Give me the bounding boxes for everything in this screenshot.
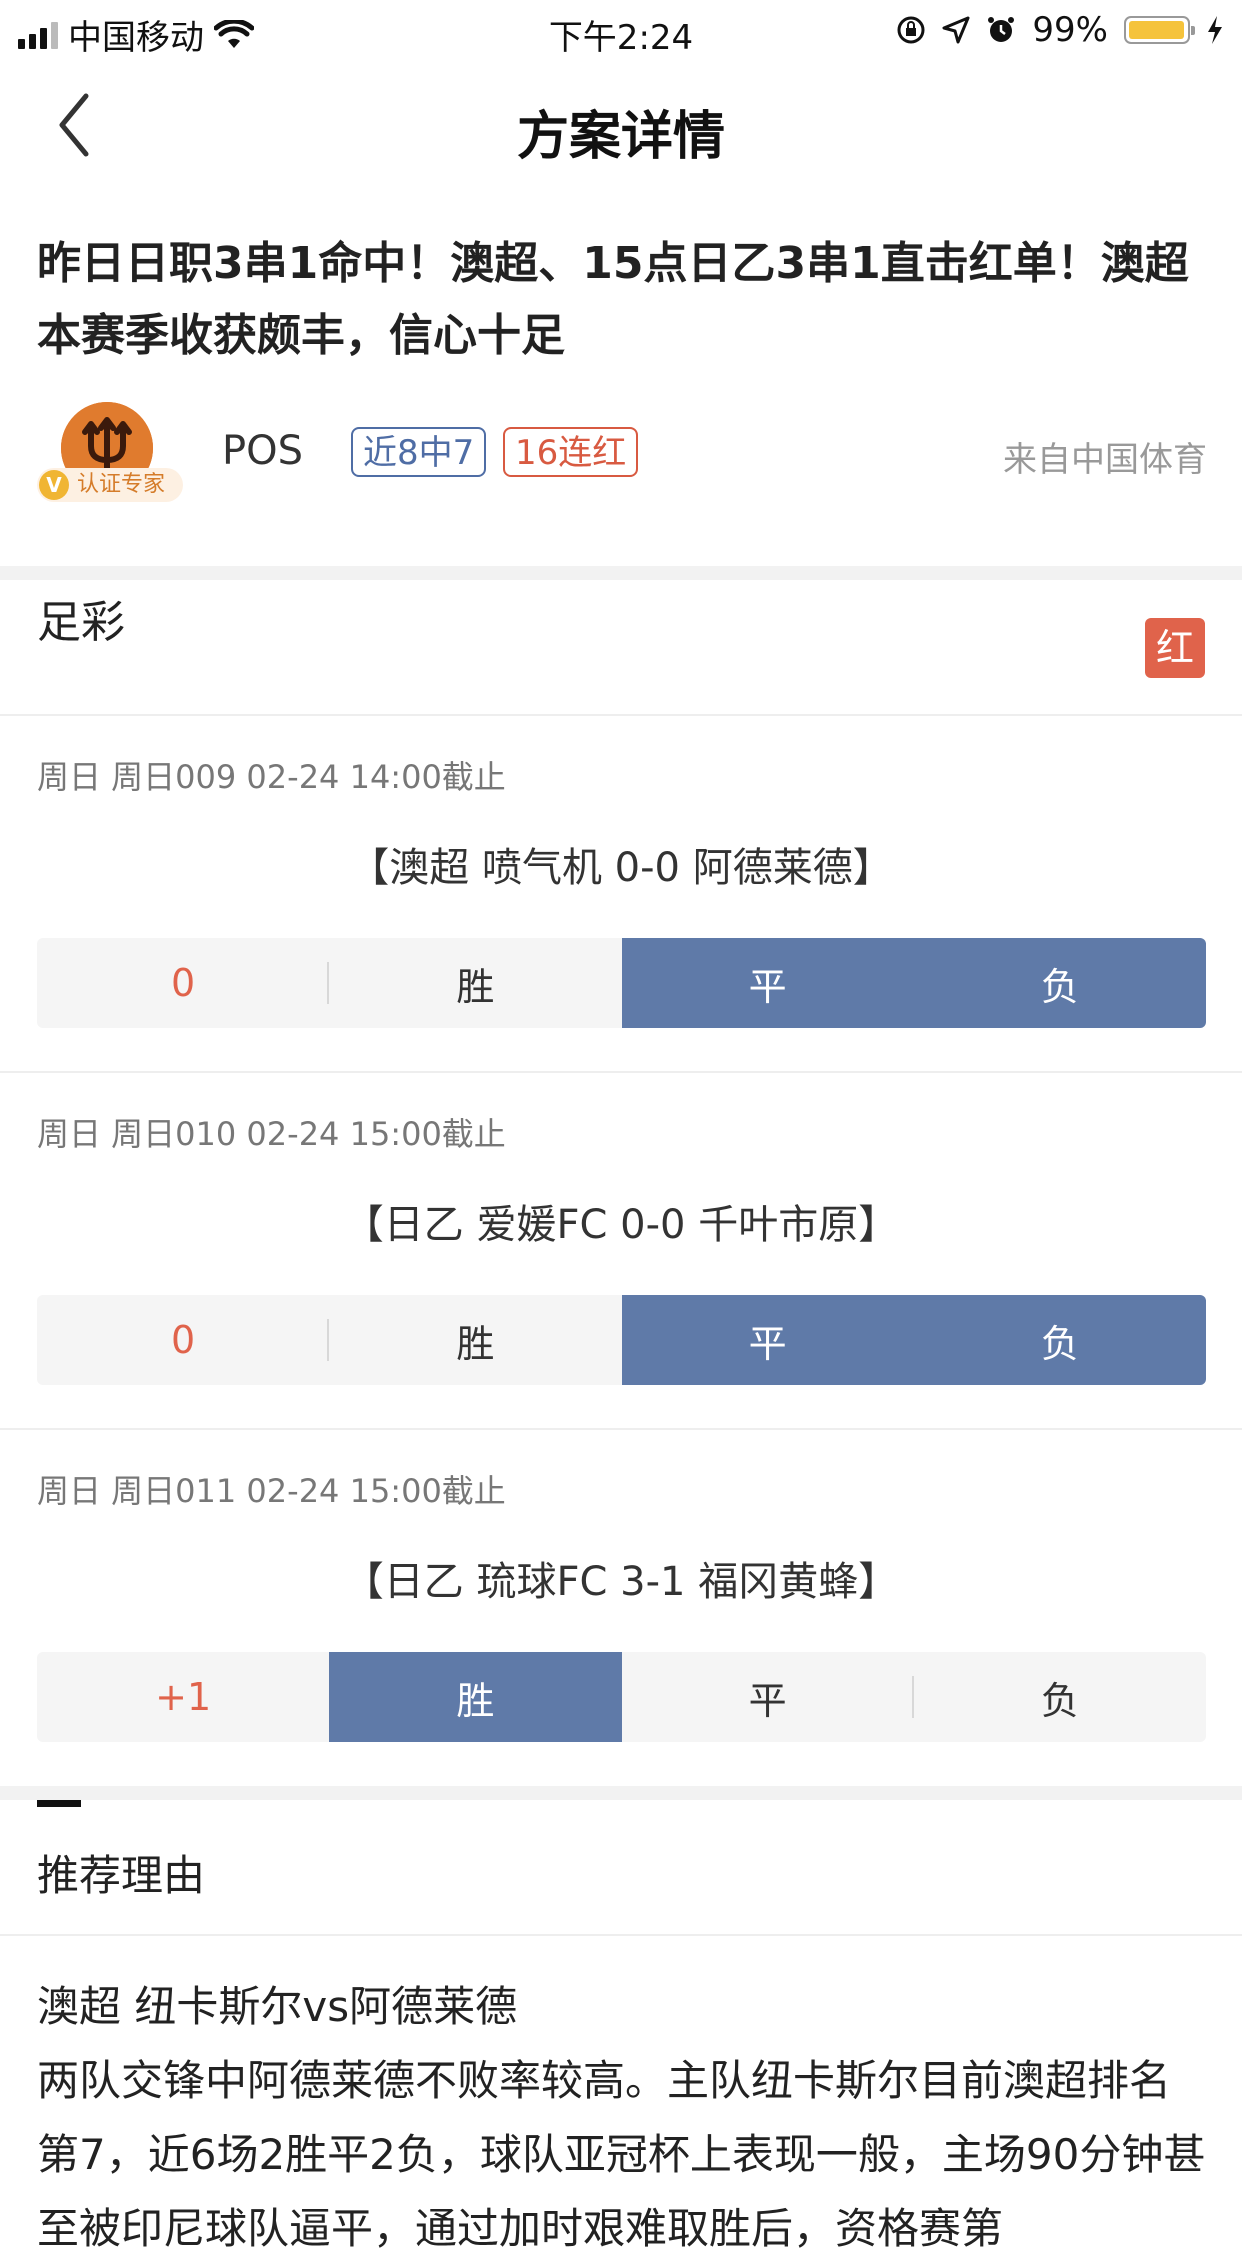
option-draw[interactable]: 平 [621, 1295, 914, 1385]
option-loss[interactable]: 负 [913, 938, 1206, 1028]
nav-bar: 方案详情 [0, 60, 1242, 190]
divider [0, 1428, 1242, 1430]
battery-percent: 99% [1032, 10, 1108, 50]
author-name[interactable]: POS [222, 428, 303, 474]
author-row: V 认证专家 POS 近8中7 16连红 来自中国体育 [37, 400, 1207, 510]
match-title: 【澳超 喷气机 0-0 阿德莱德】 [349, 845, 893, 891]
charging-icon [1208, 16, 1222, 44]
option-loss[interactable]: 负 [913, 1295, 1206, 1385]
section-divider [0, 1786, 1242, 1800]
odds-row: 0 胜 平 负 [37, 1295, 1206, 1385]
match-title: 【日乙 琉球FC 3-1 福冈黄蜂】 [343, 1559, 899, 1605]
verified-icon: V [39, 470, 69, 500]
orientation-lock-icon [897, 16, 925, 44]
match-title: 【日乙 爱媛FC 0-0 千叶市原】 [343, 1202, 899, 1248]
handicap-value: +1 [155, 1675, 212, 1719]
reason-title: 推荐理由 [37, 1851, 206, 1900]
handicap-value: 0 [37, 938, 330, 1028]
reason-text: 澳超 纽卡斯尔vs阿德莱德 两队交锋中阿德莱德不败率较高。主队纽卡斯尔目前澳超排… [37, 1970, 1206, 2266]
odds-row: 0 胜 平 负 [37, 938, 1206, 1028]
battery-fill [1129, 21, 1185, 39]
handicap-value: 0 [37, 1295, 330, 1385]
option-win[interactable]: 胜 [329, 938, 621, 1028]
win-streak-tag: 16连红 [503, 427, 639, 477]
status-right: 99% [896, 10, 1224, 50]
plan-headline: 昨日日职3串1命中！澳超、15点日乙3串1直击红单！澳超本赛季收获颇丰，信心十足 [37, 238, 1189, 361]
option-win[interactable]: 胜 [329, 1295, 621, 1385]
divider [0, 1071, 1242, 1073]
reason-match-line: 澳超 纽卡斯尔vs阿德莱德 [37, 1982, 518, 2031]
source-label: 来自中国体育 [1003, 440, 1207, 480]
option-draw[interactable]: 平 [622, 1652, 914, 1742]
match-meta: 周日 周日011 02-24 15:00截止 [37, 1472, 506, 1510]
verified-expert-badge: V 认证专家 [37, 468, 184, 502]
lottery-title: 足彩 [37, 597, 125, 648]
reason-paragraph: 两队交锋中阿德莱德不败率较高。主队纽卡斯尔目前澳超排名第7，近6场2胜平2负，球… [37, 2056, 1206, 2253]
section-divider [0, 566, 1242, 580]
match-meta: 周日 周日009 02-24 14:00截止 [37, 758, 506, 796]
divider [0, 714, 1242, 716]
battery-icon [1124, 16, 1195, 44]
option-loss[interactable]: 负 [914, 1652, 1206, 1742]
match-meta: 周日 周日010 02-24 15:00截止 [37, 1115, 506, 1153]
page-title: 方案详情 [516, 107, 725, 167]
odds-row: +1 胜 平 负 [37, 1652, 1206, 1742]
location-icon [942, 16, 970, 44]
status-bar: 中国移动 下午2:24 99% [0, 0, 1242, 60]
tab-indicator [37, 1800, 81, 1807]
verified-label: 认证专家 [77, 472, 166, 497]
alarm-icon [988, 17, 1015, 42]
recent-record-tag: 近8中7 [351, 427, 487, 477]
option-win[interactable]: 胜 [329, 1652, 622, 1742]
divider [0, 1934, 1242, 1936]
option-draw[interactable]: 平 [621, 938, 914, 1028]
result-badge: 红 [1145, 618, 1205, 678]
